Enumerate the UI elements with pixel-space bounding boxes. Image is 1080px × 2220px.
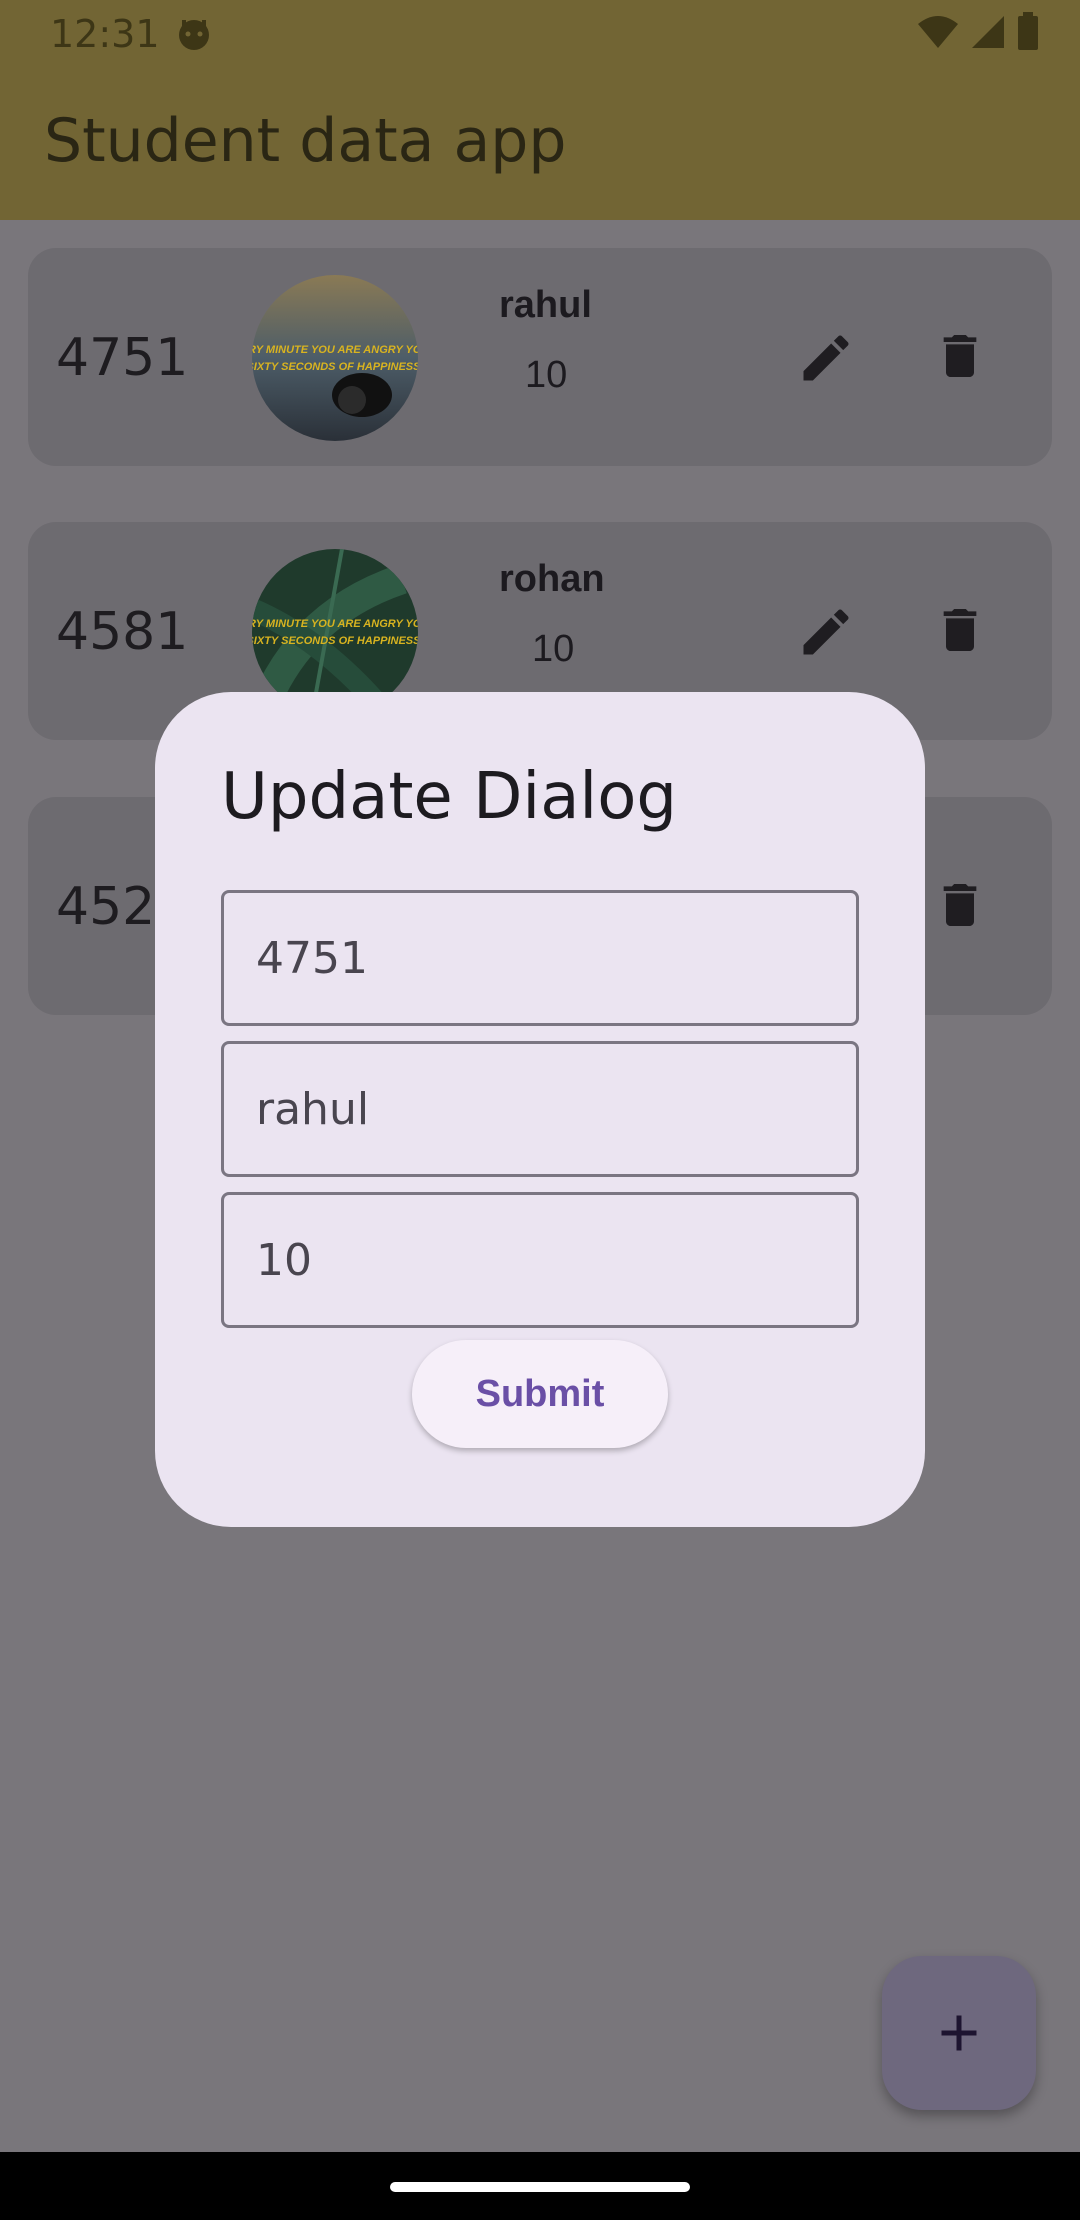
edit-icon[interactable] — [796, 328, 856, 388]
student-avatar: ERY MINUTE YOU ARE ANGRY YOU SIXTY SECON… — [252, 275, 418, 441]
student-score: 10 — [532, 628, 575, 670]
avatar-quote-line: ERY MINUTE YOU ARE ANGRY YOU — [252, 618, 418, 630]
android-face-icon — [174, 14, 214, 54]
status-time: 12:31 — [50, 12, 160, 56]
navigation-bar — [0, 2152, 1080, 2220]
edit-icon[interactable] — [796, 602, 856, 662]
student-card[interactable]: 4751 ERY MINUTE YOU ARE ANGRY YOU SIXTY … — [28, 248, 1052, 466]
status-icons — [916, 11, 1040, 57]
delete-icon[interactable] — [932, 326, 988, 386]
signal-icon — [970, 14, 1006, 55]
battery-icon — [1016, 11, 1040, 57]
id-field[interactable] — [221, 890, 859, 1026]
score-field[interactable] — [221, 1192, 859, 1328]
add-icon — [941, 2015, 977, 2051]
name-field[interactable] — [221, 1041, 859, 1177]
wifi-icon — [916, 14, 960, 55]
student-avatar: ERY MINUTE YOU ARE ANGRY YOU SIXTY SECON… — [252, 549, 418, 715]
avatar-quote-line: SIXTY SECONDS OF HAPPINESS. — [252, 361, 418, 373]
status-bar: 12:31 — [0, 0, 1080, 66]
add-student-button[interactable] — [882, 1956, 1036, 2110]
home-gesture-handle[interactable] — [390, 2182, 690, 2192]
dialog-title: Update Dialog — [221, 760, 677, 834]
student-score: 10 — [525, 354, 568, 396]
update-dialog: Update Dialog Submit — [155, 692, 925, 1527]
student-name: rahul — [499, 284, 592, 326]
student-id: 4751 — [56, 328, 189, 388]
app-bar: Student data app — [0, 66, 1080, 220]
submit-button[interactable]: Submit — [412, 1340, 668, 1448]
avatar-quote-line: SIXTY SECONDS OF HAPPINESS. — [252, 635, 418, 647]
delete-icon[interactable] — [932, 875, 988, 935]
app-title: Student data app — [44, 106, 567, 176]
delete-icon[interactable] — [932, 600, 988, 660]
avatar-quote-line: ERY MINUTE YOU ARE ANGRY YOU — [252, 344, 418, 356]
student-id: 4581 — [56, 602, 189, 662]
student-name: rohan — [499, 558, 605, 600]
